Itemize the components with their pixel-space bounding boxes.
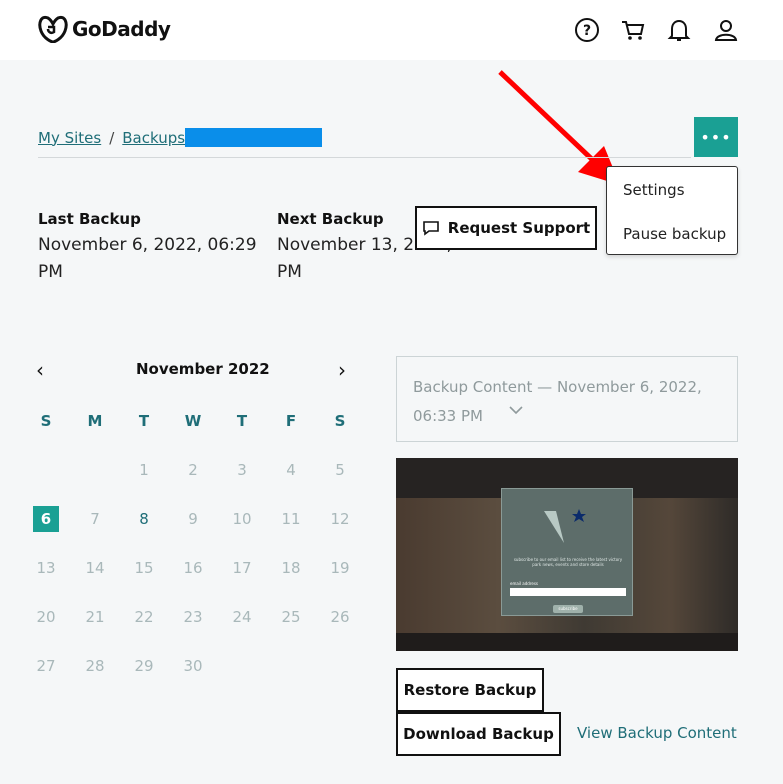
calendar-day: 30 xyxy=(183,657,203,675)
backup-content-title: Backup Content — November 6, 2022, 06:33… xyxy=(413,378,702,425)
calendar-day: 27 xyxy=(36,657,56,675)
chevron-down-icon xyxy=(509,406,523,415)
breadcrumb-divider xyxy=(38,157,691,158)
breadcrumb-backups-link[interactable]: Backups xyxy=(122,129,185,147)
next-backup-time-suffix: PM xyxy=(277,262,302,282)
request-support-label: Request Support xyxy=(447,219,591,237)
cart-icon[interactable] xyxy=(619,16,647,44)
victory-logo-icon xyxy=(544,509,586,543)
preview-modal-button-label: subscribe xyxy=(558,606,578,611)
calendar-day: 9 xyxy=(188,510,198,528)
calendar-day: 21 xyxy=(85,608,105,626)
breadcrumb-separator: / xyxy=(109,128,115,147)
calendar-day: 16 xyxy=(183,559,203,577)
calendar-day: 28 xyxy=(85,657,105,675)
calendar-day: 20 xyxy=(36,608,56,626)
calendar-day: 15 xyxy=(134,559,154,577)
backup-content-select[interactable]: Backup Content — November 6, 2022, 06:33… xyxy=(396,356,738,442)
calendar-day: 2 xyxy=(188,461,198,479)
user-icon[interactable] xyxy=(712,16,740,44)
download-backup-button[interactable]: Download Backup xyxy=(396,712,561,756)
request-support-button[interactable]: Request Support xyxy=(415,206,597,250)
godaddy-mark-icon xyxy=(38,15,68,43)
calendar-day: 22 xyxy=(134,608,154,626)
preview-modal-text: subscribe to our email list to receive t… xyxy=(513,557,623,567)
next-backup-label: Next Backup xyxy=(277,210,384,228)
bell-icon[interactable] xyxy=(665,16,693,44)
calendar-day: 4 xyxy=(286,461,296,479)
calendar-next-button[interactable]: › xyxy=(338,358,346,382)
last-backup-date: November 6, 2022, 06:29 xyxy=(38,235,257,255)
calendar-day: 10 xyxy=(232,510,252,528)
calendar-weekday: W xyxy=(184,412,202,430)
logo-text: GoDaddy xyxy=(72,17,171,41)
calendar-day: 3 xyxy=(237,461,247,479)
svg-text:?: ? xyxy=(583,23,591,39)
redacted-site-name xyxy=(185,128,323,147)
calendar-day: 29 xyxy=(134,657,154,675)
calendar-day: 7 xyxy=(90,510,100,528)
breadcrumb: My Sites / Backups xyxy=(38,128,323,147)
last-backup-label: Last Backup xyxy=(38,210,141,228)
calendar-day: 18 xyxy=(281,559,301,577)
calendar-day: 23 xyxy=(183,608,203,626)
menu-item-settings[interactable]: Settings xyxy=(623,181,685,199)
restore-backup-button[interactable]: Restore Backup xyxy=(396,668,544,712)
calendar-month-title: November 2022 xyxy=(136,360,270,378)
view-backup-content-link[interactable]: View Backup Content xyxy=(577,724,737,742)
backup-preview-image: subscribe to our email list to receive t… xyxy=(396,458,738,651)
options-menu: Settings Pause backup xyxy=(606,166,738,255)
calendar-day: 11 xyxy=(281,510,301,528)
calendar-day: 24 xyxy=(232,608,252,626)
calendar-prev-button[interactable]: ‹ xyxy=(36,358,44,382)
calendar-weekday: F xyxy=(285,412,297,430)
calendar-day: 13 xyxy=(36,559,56,577)
top-header: GoDaddy ? xyxy=(0,0,783,60)
calendar-day: 1 xyxy=(139,461,149,479)
calendar-day: 5 xyxy=(335,461,345,479)
calendar-weekday: S xyxy=(40,412,52,430)
calendar-day-available[interactable]: 8 xyxy=(131,506,157,532)
help-icon[interactable]: ? xyxy=(573,16,601,44)
godaddy-logo[interactable]: GoDaddy xyxy=(38,15,171,43)
calendar-day-selected[interactable]: 6 xyxy=(33,506,59,532)
calendar-day: 14 xyxy=(85,559,105,577)
more-options-button[interactable]: ••• xyxy=(694,117,738,157)
last-backup-value: November 6, 2022, 06:29 PM xyxy=(38,232,257,286)
menu-item-pause-backup[interactable]: Pause backup xyxy=(623,225,726,243)
calendar-day: 17 xyxy=(232,559,252,577)
preview-modal-field-label: email address xyxy=(510,581,539,586)
preview-subscribe-modal: subscribe to our email list to receive t… xyxy=(501,488,633,616)
preview-modal-button: subscribe xyxy=(553,605,583,613)
calendar-weekday: S xyxy=(334,412,346,430)
preview-site-footer xyxy=(396,633,738,651)
last-backup-time-suffix: PM xyxy=(38,262,63,282)
calendar-weekday: T xyxy=(138,412,150,430)
chat-icon xyxy=(422,221,439,236)
calendar-day: 26 xyxy=(330,608,350,626)
breadcrumb-my-sites-link[interactable]: My Sites xyxy=(38,129,101,147)
calendar-day: 19 xyxy=(330,559,350,577)
calendar-weekday: M xyxy=(87,412,103,430)
calendar-weekday: T xyxy=(236,412,248,430)
calendar-day: 12 xyxy=(330,510,350,528)
preview-modal-input xyxy=(510,588,626,596)
calendar-day: 25 xyxy=(281,608,301,626)
